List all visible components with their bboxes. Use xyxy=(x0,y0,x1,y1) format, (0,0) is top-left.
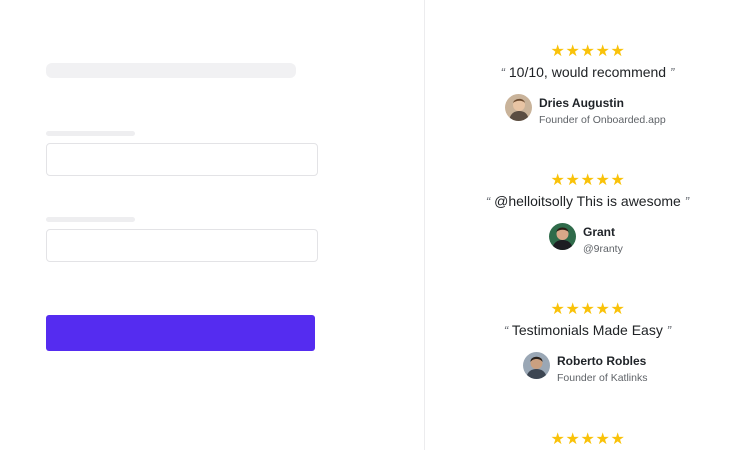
star-rating: ★★★★★ xyxy=(425,172,750,188)
star-icon: ★ xyxy=(595,170,610,189)
open-quote-mark: “ xyxy=(485,194,491,209)
star-icon: ★ xyxy=(565,41,580,60)
star-icon: ★ xyxy=(565,170,580,189)
star-icon: ★ xyxy=(550,299,565,318)
page: ★★★★★ “ 10/10, would recommend ” Dries A… xyxy=(0,0,750,450)
star-icon: ★ xyxy=(565,429,580,448)
testimonial-quote: “ Testimonials Made Easy ” xyxy=(425,322,750,338)
star-icon: ★ xyxy=(610,299,625,318)
avatar xyxy=(505,94,532,121)
star-rating: ★★★★★ xyxy=(425,431,750,447)
star-rating: ★★★★★ xyxy=(425,43,750,59)
close-quote-mark: ” xyxy=(684,194,690,209)
testimonial-quote: “ 10/10, would recommend ” xyxy=(425,64,750,80)
star-icon: ★ xyxy=(550,170,565,189)
author-subtitle: Founder of Onboarded.app xyxy=(539,114,666,126)
star-icon: ★ xyxy=(580,41,595,60)
author-name: Grant xyxy=(583,225,616,239)
star-rating: ★★★★★ xyxy=(425,301,750,317)
skeleton-input-field[interactable] xyxy=(46,229,318,262)
close-quote-mark: ” xyxy=(666,323,672,338)
star-icon: ★ xyxy=(580,299,595,318)
author-name: Roberto Robles xyxy=(557,354,647,368)
submit-button[interactable] xyxy=(46,315,315,351)
star-icon: ★ xyxy=(595,299,610,318)
quote-text: @helloitsolly This is awesome xyxy=(494,193,681,209)
star-icon: ★ xyxy=(550,41,565,60)
star-icon: ★ xyxy=(610,41,625,60)
author-name: Dries Augustin xyxy=(539,96,624,110)
testimonials-panel: ★★★★★ “ 10/10, would recommend ” Dries A… xyxy=(425,0,750,450)
close-quote-mark: ” xyxy=(669,65,675,80)
skeleton-label-placeholder xyxy=(46,217,135,222)
skeleton-title-placeholder xyxy=(46,63,296,78)
skeleton-input-field[interactable] xyxy=(46,143,318,176)
star-icon: ★ xyxy=(550,429,565,448)
open-quote-mark: “ xyxy=(503,323,509,338)
quote-text: 10/10, would recommend xyxy=(508,64,667,80)
open-quote-mark: “ xyxy=(500,65,505,80)
star-icon: ★ xyxy=(595,41,610,60)
avatar xyxy=(523,352,550,379)
author-subtitle: Founder of Katlinks xyxy=(557,372,648,384)
star-icon: ★ xyxy=(610,170,625,189)
form-skeleton xyxy=(0,0,424,450)
author-subtitle: @9ranty xyxy=(583,243,623,255)
skeleton-label-placeholder xyxy=(46,131,135,136)
star-icon: ★ xyxy=(565,299,580,318)
avatar xyxy=(549,223,576,250)
star-icon: ★ xyxy=(610,429,625,448)
quote-text: Testimonials Made Easy xyxy=(511,322,663,338)
testimonial-quote: “ @helloitsolly This is awesome ” xyxy=(425,193,750,209)
star-icon: ★ xyxy=(580,429,595,448)
star-icon: ★ xyxy=(595,429,610,448)
star-icon: ★ xyxy=(580,170,595,189)
